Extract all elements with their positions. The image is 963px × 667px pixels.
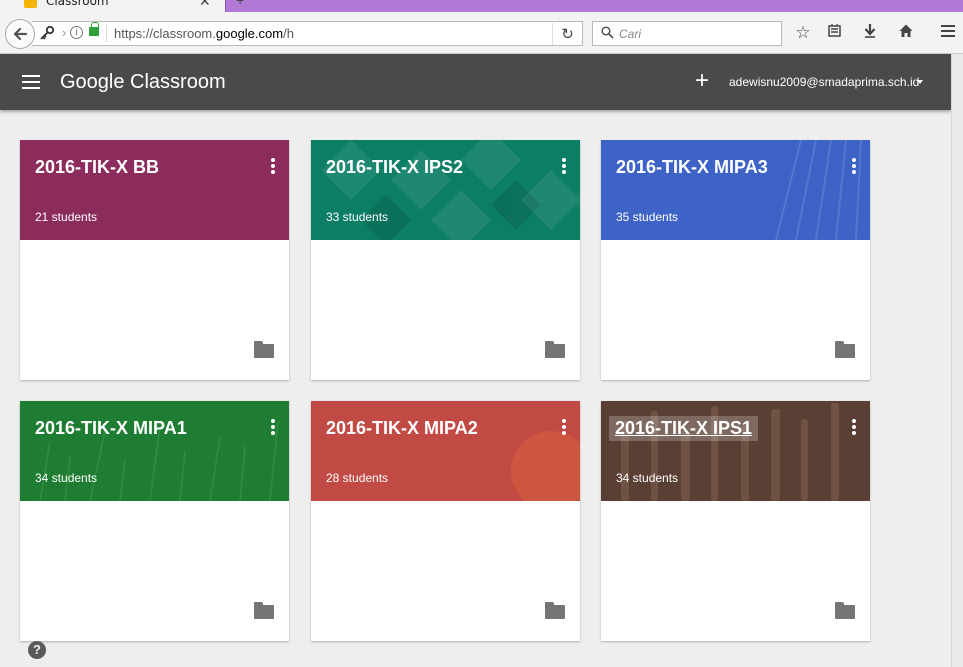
- browser-navbar: › i https://classroom.google.com/h ↻ Car…: [0, 12, 963, 54]
- card-header[interactable]: 2016-TIK-X IPS1 34 students: [601, 401, 870, 501]
- download-icon[interactable]: [859, 23, 881, 43]
- url-prefix: https://classroom.: [114, 26, 216, 41]
- class-card[interactable]: 2016-TIK-X MIPA3 35 students: [601, 140, 870, 380]
- url-text[interactable]: https://classroom.google.com/h: [114, 26, 294, 41]
- url-domain: google.com: [215, 26, 284, 41]
- card-header[interactable]: 2016-TIK-X BB 21 students: [20, 140, 289, 240]
- add-class-button[interactable]: +: [690, 67, 714, 95]
- class-card[interactable]: 2016-TIK-X IPS2 33 students: [311, 140, 580, 380]
- home-icon[interactable]: [895, 23, 917, 43]
- class-card[interactable]: 2016-TIK-X MIPA1 34 students: [20, 401, 289, 641]
- account-dropdown-icon[interactable]: [917, 80, 923, 84]
- folder-icon[interactable]: [835, 602, 855, 619]
- tab-title: Classroom: [46, 0, 109, 8]
- class-card[interactable]: 2016-TIK-X IPS1 34 students: [601, 401, 870, 641]
- folder-icon[interactable]: [835, 341, 855, 358]
- account-email[interactable]: adewisnu2009@smadaprima.sch.id: [729, 75, 919, 89]
- folder-icon[interactable]: [545, 341, 565, 358]
- new-tab-button[interactable]: +: [236, 0, 244, 8]
- arrow-left-icon: [13, 27, 28, 41]
- card-header[interactable]: 2016-TIK-X MIPA2 28 students: [311, 401, 580, 501]
- student-count: 33 students: [326, 210, 389, 224]
- card-banner: [601, 140, 870, 240]
- more-vert-icon[interactable]: [852, 419, 856, 435]
- more-vert-icon[interactable]: [271, 419, 275, 435]
- chevron-right-icon: ›: [62, 25, 67, 40]
- back-button[interactable]: [5, 19, 35, 49]
- card-header[interactable]: 2016-TIK-X IPS2 33 students: [311, 140, 580, 240]
- address-bar[interactable]: › i https://classroom.google.com/h ↻: [32, 21, 583, 46]
- url-suffix: /h: [283, 26, 294, 41]
- reading-list-icon[interactable]: [823, 23, 845, 43]
- key-icon: [39, 25, 55, 44]
- student-count: 21 students: [35, 210, 98, 224]
- student-count: 34 students: [616, 471, 679, 485]
- tab-strip: Classroom ✕ +: [0, 0, 963, 12]
- search-box[interactable]: Cari: [592, 21, 782, 46]
- student-count: 34 students: [35, 471, 98, 485]
- more-vert-icon[interactable]: [271, 158, 275, 174]
- close-tab-icon[interactable]: ✕: [199, 0, 211, 10]
- app-header: Google Classroom + adewisnu2009@smadapri…: [0, 54, 951, 110]
- class-title[interactable]: 2016-TIK-X MIPA3: [616, 157, 768, 178]
- divider: [106, 25, 107, 42]
- folder-icon[interactable]: [545, 602, 565, 619]
- class-card[interactable]: 2016-TIK-X MIPA2 28 students: [311, 401, 580, 641]
- folder-icon[interactable]: [254, 341, 274, 358]
- browser-tab[interactable]: Classroom ✕: [0, 0, 226, 12]
- class-title[interactable]: 2016-TIK-X BB: [35, 157, 159, 178]
- card-banner: [311, 401, 580, 501]
- classroom-favicon-icon: [24, 0, 37, 8]
- card-header[interactable]: 2016-TIK-X MIPA3 35 students: [601, 140, 870, 240]
- main-menu-icon[interactable]: [22, 75, 40, 89]
- class-title[interactable]: 2016-TIK-X MIPA1: [35, 418, 187, 439]
- folder-icon[interactable]: [254, 602, 274, 619]
- reload-icon[interactable]: ↻: [552, 23, 582, 45]
- bookmark-star-icon[interactable]: ☆: [792, 23, 814, 43]
- more-vert-icon[interactable]: [562, 158, 566, 174]
- class-card[interactable]: 2016-TIK-X BB 21 students: [20, 140, 289, 380]
- class-title[interactable]: 2016-TIK-X MIPA2: [326, 418, 478, 439]
- lock-icon: [89, 22, 99, 36]
- more-vert-icon[interactable]: [562, 419, 566, 435]
- card-banner: [311, 140, 580, 240]
- info-icon[interactable]: i: [70, 26, 83, 39]
- card-banner: [20, 401, 289, 501]
- student-count: 35 students: [616, 210, 679, 224]
- card-header[interactable]: 2016-TIK-X MIPA1 34 students: [20, 401, 289, 501]
- scrollbar[interactable]: [951, 54, 963, 667]
- browser-menu-icon[interactable]: [937, 23, 959, 43]
- app-title[interactable]: Google Classroom: [60, 71, 226, 94]
- search-icon: [601, 26, 614, 42]
- help-icon[interactable]: ?: [28, 641, 46, 659]
- card-banner: [20, 140, 289, 240]
- search-placeholder: Cari: [619, 27, 642, 41]
- student-count: 28 students: [326, 471, 389, 485]
- class-title[interactable]: 2016-TIK-X IPS2: [326, 157, 463, 178]
- class-title[interactable]: 2016-TIK-X IPS1: [609, 416, 759, 441]
- more-vert-icon[interactable]: [852, 158, 856, 174]
